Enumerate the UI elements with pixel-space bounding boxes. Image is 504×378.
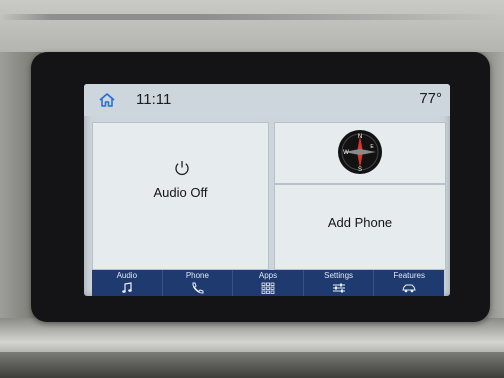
phone-icon — [192, 282, 204, 294]
nav-settings[interactable]: Settings — [304, 270, 375, 296]
sliders-icon — [332, 283, 345, 293]
nav-features[interactable]: Features — [374, 270, 444, 296]
infotainment-screen: 11:11 77° Audio Off N E S W Add Phone Au… — [84, 84, 450, 296]
nav-phone-label: Phone — [185, 271, 209, 280]
add-phone-tile[interactable]: Add Phone — [274, 184, 446, 270]
bottom-nav-bar: Audio Phone Apps Settings Features — [92, 270, 444, 296]
dashboard-seam — [0, 14, 504, 20]
nav-apps-label: Apps — [258, 271, 278, 280]
nav-settings-label: Settings — [324, 271, 354, 280]
nav-features-label: Features — [393, 271, 425, 280]
dashboard-trim — [0, 352, 504, 378]
outside-temperature: 77° — [419, 90, 442, 107]
audio-tile[interactable]: Audio Off — [92, 122, 269, 270]
audio-status-label: Audio Off — [153, 185, 208, 200]
compass-letter-s: S — [358, 167, 362, 173]
compass-letter-n: N — [358, 134, 362, 140]
nav-apps[interactable]: Apps — [233, 270, 304, 296]
dashboard-top — [0, 0, 504, 52]
add-phone-label: Add Phone — [327, 215, 393, 230]
compass-tile[interactable]: N E S W — [274, 122, 446, 184]
car-icon — [402, 284, 416, 293]
nav-audio[interactable]: Audio — [92, 270, 163, 296]
clock: 11:11 — [136, 91, 172, 108]
compass-icon: N E S W — [338, 130, 382, 174]
nav-audio-label: Audio — [116, 271, 138, 280]
power-icon — [175, 161, 189, 176]
compass-letter-w: W — [343, 150, 349, 156]
nav-phone[interactable]: Phone — [163, 270, 234, 296]
music-note-icon — [121, 282, 132, 293]
apps-grid-icon — [261, 282, 275, 294]
status-bar: 11:11 77° — [84, 84, 450, 116]
home-icon[interactable] — [98, 92, 116, 108]
